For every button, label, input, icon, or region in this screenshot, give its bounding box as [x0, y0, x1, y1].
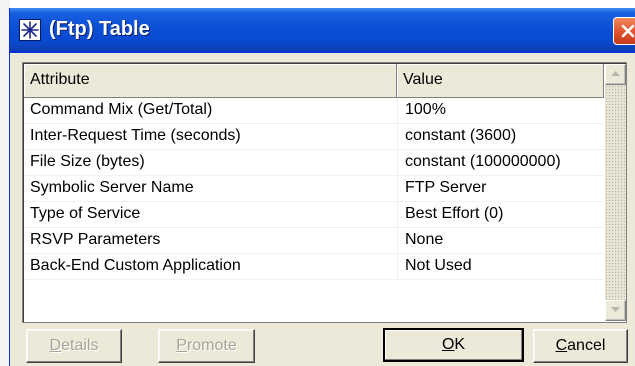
column-divider [397, 150, 398, 176]
promote-label: romote [186, 337, 237, 354]
cancel-button[interactable]: Cancel [533, 329, 628, 363]
title-bar[interactable]: (Ftp) Table [10, 8, 635, 53]
close-x-icon [621, 24, 635, 38]
scroll-up-arrow-icon [611, 71, 620, 76]
details-label: etails [61, 337, 99, 354]
column-header-value[interactable]: Value [397, 64, 604, 98]
attribute-cell: RSVP Parameters [30, 231, 161, 248]
value-cell[interactable]: 100% [405, 101, 446, 119]
ok-button[interactable]: OK [383, 328, 524, 362]
column-divider [397, 202, 398, 228]
attribute-cell: Inter-Request Time (seconds) [30, 127, 241, 144]
attribute-cell: Type of Service [30, 205, 141, 222]
ok-label: K [454, 336, 466, 353]
value-cell[interactable]: constant (3600) [405, 127, 516, 145]
column-divider [397, 254, 398, 280]
value-cell[interactable]: None [405, 231, 443, 249]
value-cell[interactable]: Not Used [405, 257, 472, 275]
details-button[interactable]: Details [26, 329, 122, 363]
promote-button[interactable]: Promote [158, 329, 255, 363]
table-row[interactable]: Back-End Custom Application Not Used [24, 254, 604, 280]
table-row[interactable]: File Size (bytes) constant (100000000) [24, 150, 604, 176]
window-title: (Ftp) Table [49, 18, 150, 40]
close-button[interactable] [613, 17, 635, 45]
star-icon [19, 19, 41, 41]
scroll-down-arrow-icon [611, 307, 620, 312]
attribute-cell: File Size (bytes) [30, 153, 145, 170]
value-cell[interactable]: constant (100000000) [405, 153, 561, 171]
column-divider [397, 98, 398, 124]
scroll-up-button[interactable] [605, 64, 626, 85]
table-row[interactable]: Command Mix (Get/Total) 100% [24, 98, 604, 124]
cancel-label: ancel [567, 337, 606, 354]
ok-mnemonic: O [441, 336, 455, 353]
column-divider [397, 228, 398, 254]
cancel-mnemonic: C [555, 337, 568, 354]
attribute-cell: Back-End Custom Application [30, 257, 241, 274]
attribute-cell: Command Mix (Get/Total) [30, 101, 213, 118]
column-divider [397, 124, 398, 150]
ftp-table-dialog: (Ftp) Table Attribute Value Command Mix … [9, 8, 635, 366]
value-cell[interactable]: FTP Server [405, 179, 487, 197]
promote-mnemonic: P [176, 337, 187, 354]
attribute-cell: Symbolic Server Name [30, 179, 194, 196]
table-grid: Attribute Value Command Mix (Get/Total) … [24, 64, 604, 321]
column-header-attribute[interactable]: Attribute [24, 64, 397, 98]
table-row[interactable]: Type of Service Best Effort (0) [24, 202, 604, 228]
vertical-scrollbar[interactable] [605, 64, 626, 321]
scroll-down-button[interactable] [605, 300, 626, 321]
table-row[interactable]: RSVP Parameters None [24, 228, 604, 254]
details-mnemonic: D [49, 337, 62, 354]
attribute-table: Attribute Value Command Mix (Get/Total) … [22, 62, 627, 323]
table-row[interactable]: Inter-Request Time (seconds) constant (3… [24, 124, 604, 150]
value-cell[interactable]: Best Effort (0) [405, 205, 503, 223]
column-divider [397, 176, 398, 202]
table-row[interactable]: Symbolic Server Name FTP Server [24, 176, 604, 202]
